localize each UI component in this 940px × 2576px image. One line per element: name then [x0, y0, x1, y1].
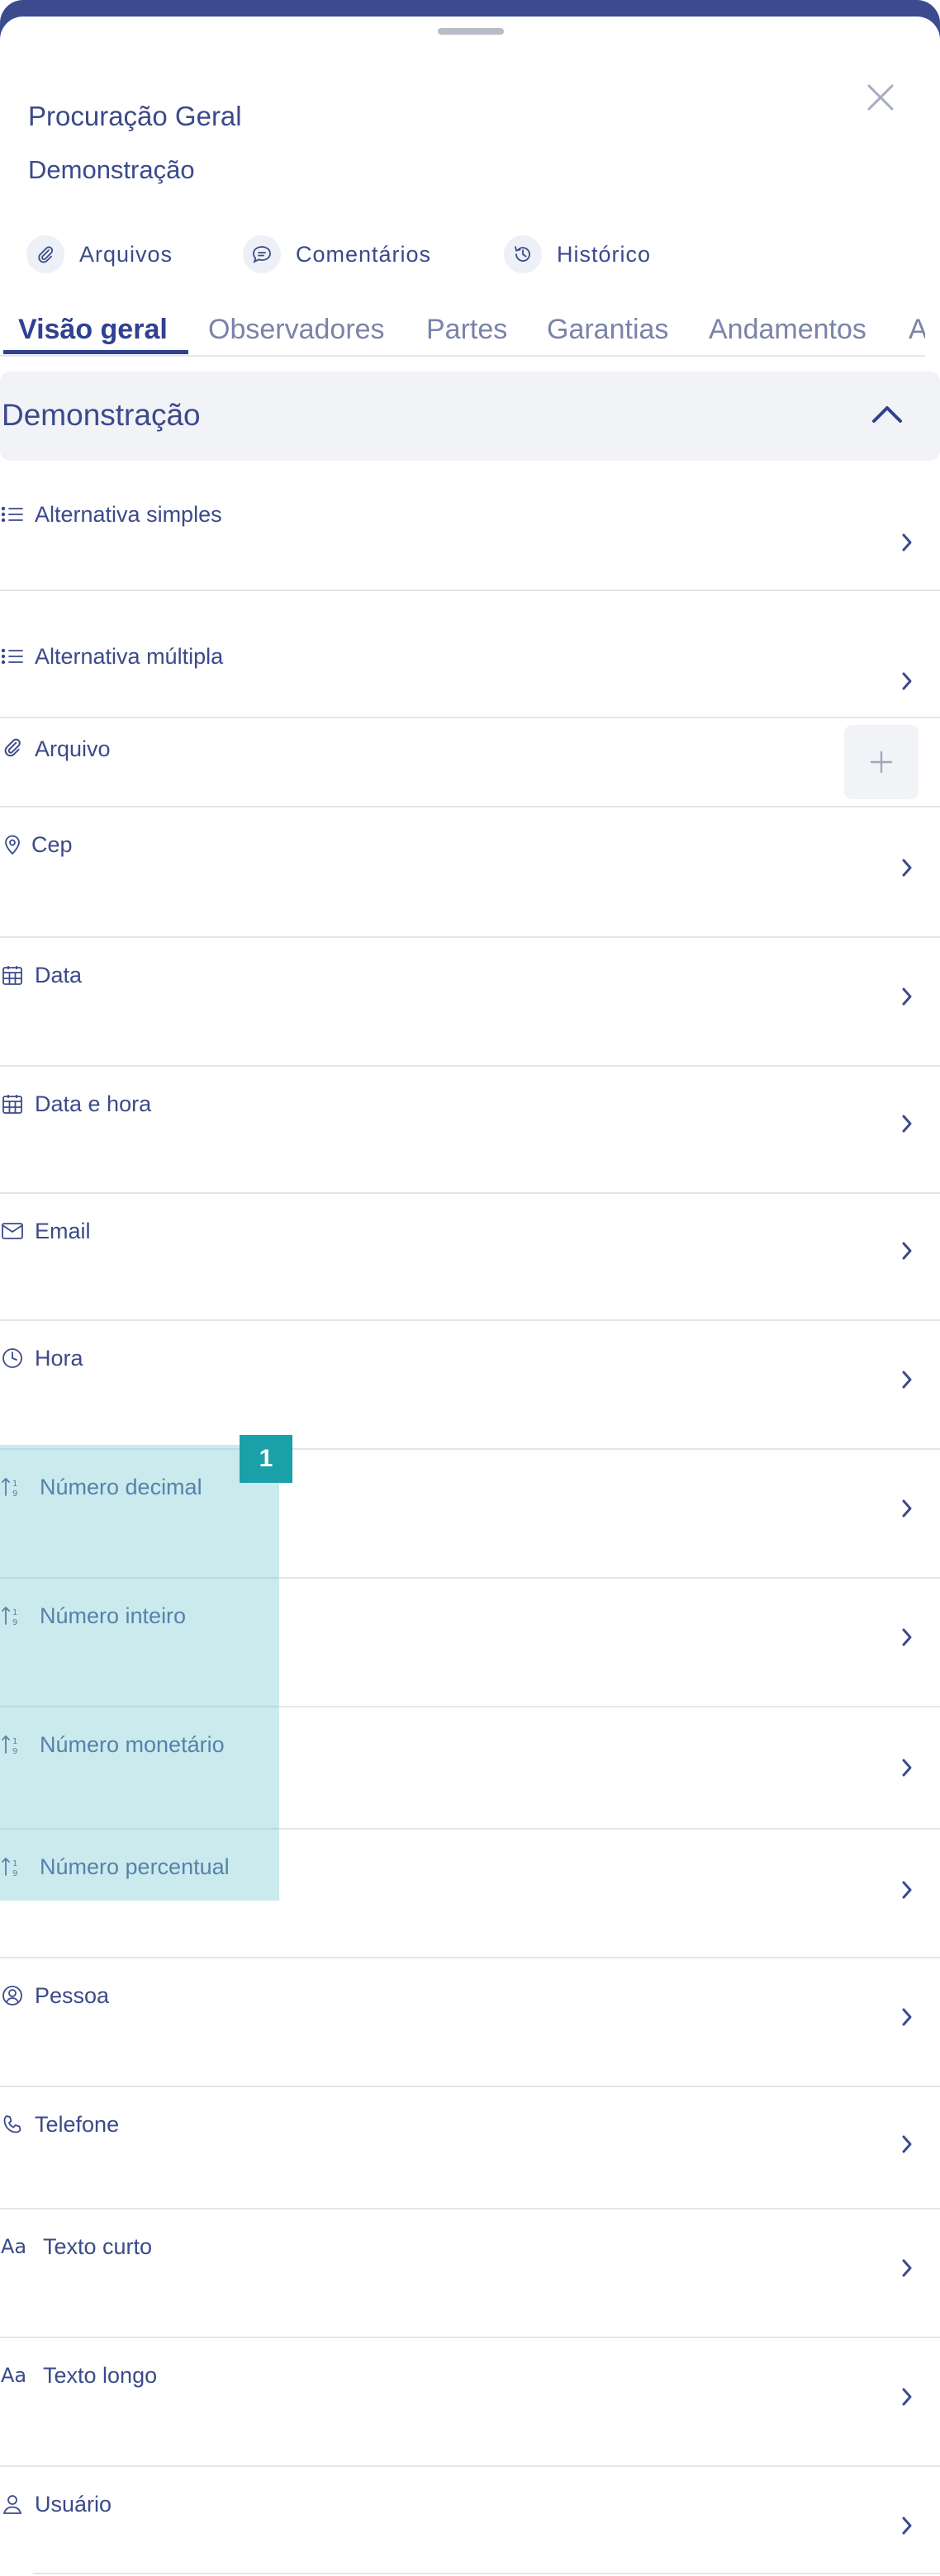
list-icon	[0, 502, 25, 527]
field-label: Texto longo	[43, 2363, 158, 2388]
tab-garantias[interactable]: Garantias	[547, 314, 668, 346]
svg-text:Aa: Aa	[1, 2365, 26, 2385]
field-texto-curto[interactable]: Aa Texto curto	[0, 2209, 940, 2338]
list-icon	[0, 644, 25, 669]
chevron-right-icon	[899, 2005, 915, 2029]
comments-label: Comentários	[296, 241, 432, 267]
field-label: Pessoa	[35, 1983, 110, 2008]
field-label: Usuário	[35, 2492, 112, 2517]
field-pessoa[interactable]: Pessoa	[0, 1958, 940, 2087]
field-label: Cep	[31, 832, 73, 857]
chevron-right-icon	[899, 984, 915, 1009]
user-icon	[0, 2492, 25, 2517]
chevron-right-icon	[899, 2384, 915, 2409]
chevron-right-icon	[899, 669, 915, 694]
page-subtitle: Demonstração	[28, 155, 195, 184]
calendar-icon	[0, 1091, 25, 1116]
annotation-highlight	[0, 1445, 279, 1901]
field-label: Texto curto	[43, 2234, 153, 2259]
field-telefone[interactable]: Telefone	[0, 2087, 940, 2209]
comments-button[interactable]: Comentários	[243, 233, 431, 276]
tab-observadores[interactable]: Observadores	[208, 314, 385, 346]
annotation-badge: 1	[240, 1435, 292, 1483]
chevron-right-icon	[899, 1111, 915, 1136]
active-tab-indicator	[3, 350, 188, 354]
field-data-e-hora[interactable]: Data e hora	[0, 1067, 940, 1194]
page-title: Procuração Geral	[28, 101, 242, 131]
chevron-right-icon	[899, 855, 915, 880]
add-file-button[interactable]	[844, 725, 919, 799]
field-alternativa-multipla[interactable]: Alternativa múltipla	[0, 619, 940, 718]
clock-icon	[0, 1346, 25, 1371]
field-alternativa-simples[interactable]: Alternativa simples	[0, 477, 940, 591]
field-cep[interactable]: Cep	[0, 807, 940, 938]
drag-handle[interactable]	[438, 28, 504, 35]
history-icon	[504, 235, 542, 273]
section-title: Demonstração	[2, 398, 201, 432]
field-label: Data e hora	[35, 1091, 152, 1116]
field-hora[interactable]: Hora	[0, 1321, 940, 1450]
paperclip-icon	[26, 235, 64, 273]
tab-visao-geral[interactable]: Visão geral	[18, 314, 168, 346]
divider	[33, 2573, 940, 2574]
field-texto-longo[interactable]: Aa Texto longo	[0, 2338, 940, 2467]
chevron-right-icon	[899, 1755, 915, 1780]
plus-icon	[870, 751, 893, 774]
tab-andamentos[interactable]: Andamentos	[709, 314, 866, 346]
field-label: Arquivo	[35, 736, 111, 761]
files-label: Arquivos	[79, 241, 173, 267]
chevron-right-icon	[899, 1238, 915, 1263]
map-pin-icon	[0, 832, 25, 857]
chat-bubble-icon	[243, 235, 281, 273]
field-email[interactable]: Email	[0, 1194, 940, 1321]
field-arquivo[interactable]: Arquivo	[0, 718, 940, 807]
field-label: Alternativa múltipla	[35, 644, 224, 669]
chevron-right-icon	[899, 1878, 915, 1902]
files-button[interactable]: Arquivos	[26, 233, 173, 276]
chevron-right-icon	[899, 1367, 915, 1392]
history-label: Histórico	[557, 241, 652, 267]
paperclip-icon	[0, 735, 25, 760]
calendar-icon	[0, 963, 25, 987]
field-label: Email	[35, 1219, 91, 1243]
field-usuario[interactable]: Usuário	[0, 2467, 940, 2571]
field-data[interactable]: Data	[0, 938, 940, 1067]
text-icon: Aa	[0, 2234, 33, 2259]
chevron-up-icon	[871, 403, 904, 430]
chevron-right-icon	[899, 530, 915, 555]
tab-partes[interactable]: Partes	[426, 314, 507, 346]
text-icon: Aa	[0, 2363, 33, 2388]
chevron-right-icon	[899, 2256, 915, 2280]
field-label: Hora	[35, 1346, 83, 1371]
chevron-right-icon	[899, 1625, 915, 1650]
chevron-right-icon	[899, 1496, 915, 1521]
section-demonstracao-header[interactable]: Demonstração	[0, 372, 940, 461]
envelope-icon	[0, 1219, 25, 1243]
field-label: Telefone	[35, 2112, 120, 2137]
chevron-right-icon	[899, 2513, 915, 2538]
history-button[interactable]: Histórico	[504, 233, 651, 276]
field-label: Data	[35, 963, 83, 987]
phone-icon	[0, 2112, 25, 2137]
person-circle-icon	[0, 1983, 25, 2008]
chevron-right-icon	[899, 2132, 915, 2157]
field-label: Alternativa simples	[35, 502, 222, 527]
svg-text:Aa: Aa	[1, 2237, 26, 2256]
tab-bar: Visão geral Observadores Partes Garantia…	[0, 310, 925, 357]
close-icon[interactable]	[862, 79, 899, 116]
tab-overflow[interactable]: A	[909, 314, 925, 346]
